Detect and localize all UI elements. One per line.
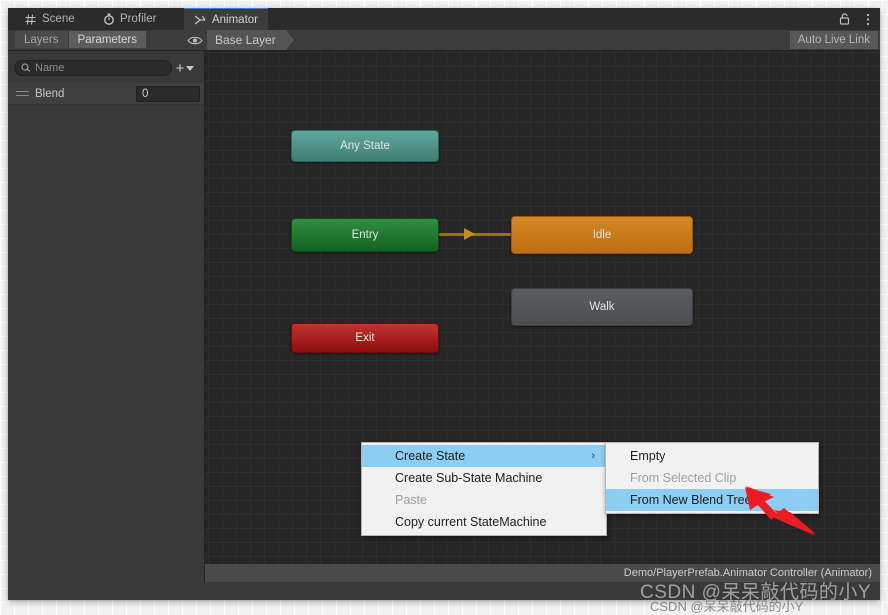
graph-status-bar: Demo/PlayerPrefab.Animator Controller (A…: [205, 564, 880, 582]
add-parameter-button[interactable]: +: [172, 59, 198, 77]
breadcrumb-base-layer[interactable]: Base Layer: [207, 30, 286, 50]
context-menu: Create State › Create Sub-State Machine …: [361, 442, 607, 536]
tab-animator-label: Animator: [211, 13, 258, 26]
state-node-entry[interactable]: Entry: [291, 218, 439, 252]
tab-scene-label: Scene: [42, 13, 75, 25]
state-node-any-state[interactable]: Any State: [291, 130, 439, 162]
submenu-item-from-selected-clip-label: From Selected Clip: [630, 471, 737, 485]
menu-item-copy-current-statemachine-label: Copy current StateMachine: [395, 515, 547, 529]
parameter-list: Blend 0: [8, 83, 204, 105]
unity-editor-window: Scene Profiler Animator Layers Parameter…: [8, 8, 880, 600]
sub-tab-layers-label: Layers: [24, 33, 59, 46]
tab-profiler[interactable]: Profiler: [92, 8, 180, 30]
parameter-search-row: Name +: [8, 57, 204, 79]
animator-toolbar: Layers Parameters Base Layer Auto Live L…: [8, 30, 880, 51]
parameters-panel: Name + Blend 0: [8, 51, 205, 600]
transition-arrowhead-icon: [464, 228, 475, 240]
search-placeholder-text: Name: [35, 62, 65, 74]
tab-animator[interactable]: Animator: [184, 8, 268, 30]
sub-tab-parameters-label: Parameters: [77, 33, 137, 46]
search-icon: [21, 63, 31, 73]
stopwatch-icon: [102, 13, 115, 26]
sub-tab-layers[interactable]: Layers: [15, 31, 68, 48]
graph-status-text: Demo/PlayerPrefab.Animator Controller (A…: [623, 567, 872, 579]
breadcrumb-base-layer-label: Base Layer: [215, 33, 276, 47]
tab-scene[interactable]: Scene: [14, 8, 88, 30]
submenu-item-empty-label: Empty: [630, 449, 666, 463]
window-bottom-strip: [8, 582, 880, 600]
editor-tab-bar: Scene Profiler Animator: [8, 8, 880, 30]
plus-icon: +: [175, 59, 185, 77]
menu-item-create-state[interactable]: Create State ›: [362, 445, 606, 467]
state-node-idle-label: Idle: [592, 229, 612, 241]
state-node-walk[interactable]: Walk: [511, 288, 693, 326]
submenu-item-empty[interactable]: Empty: [606, 445, 818, 467]
state-node-walk-label: Walk: [589, 301, 615, 313]
eye-icon[interactable]: [186, 32, 204, 48]
parameter-name-label: Blend: [35, 87, 65, 100]
state-node-any-state-label: Any State: [340, 140, 390, 152]
search-input[interactable]: Name: [14, 60, 172, 76]
tab-profiler-label: Profiler: [120, 13, 157, 25]
menu-item-paste: Paste: [362, 489, 606, 511]
submenu-item-from-new-blend-tree-label: From New Blend Tree: [630, 493, 752, 507]
submenu-chevron-right-icon: ›: [591, 450, 595, 462]
state-node-idle[interactable]: Idle: [511, 216, 693, 254]
submenu-item-from-selected-clip: From Selected Clip: [606, 467, 818, 489]
breadcrumb-chevron-icon: [285, 30, 294, 50]
auto-live-link-button[interactable]: Auto Live Link: [789, 31, 878, 49]
menu-item-create-state-label: Create State: [395, 449, 466, 463]
state-node-exit-label: Exit: [355, 332, 375, 344]
create-state-submenu: Empty From Selected Clip From New Blend …: [605, 442, 819, 514]
breadcrumb: Base Layer: [207, 30, 294, 50]
menu-item-copy-current-statemachine[interactable]: Copy current StateMachine: [362, 511, 606, 533]
state-node-exit[interactable]: Exit: [291, 323, 439, 353]
window-controls: [838, 8, 874, 30]
lock-icon[interactable]: [838, 12, 851, 26]
sub-tab-parameters[interactable]: Parameters: [68, 31, 146, 48]
auto-live-link-label: Auto Live Link: [797, 34, 870, 46]
grid-icon: [24, 13, 37, 26]
chevron-down-icon: [186, 65, 195, 71]
animator-icon: [194, 13, 207, 26]
kebab-menu-icon[interactable]: [861, 12, 874, 26]
menu-item-paste-label: Paste: [395, 493, 427, 507]
menu-item-create-sub-state-machine[interactable]: Create Sub-State Machine: [362, 467, 606, 489]
parameter-row-blend[interactable]: Blend 0: [8, 83, 204, 105]
drag-handle-icon[interactable]: [16, 91, 29, 96]
parameter-value-field[interactable]: 0: [136, 85, 200, 102]
submenu-item-from-new-blend-tree[interactable]: From New Blend Tree: [606, 489, 818, 511]
menu-item-create-sub-state-machine-label: Create Sub-State Machine: [395, 471, 543, 485]
layers-parameters-tabs: Layers Parameters: [15, 31, 146, 48]
state-node-entry-label: Entry: [351, 229, 379, 241]
